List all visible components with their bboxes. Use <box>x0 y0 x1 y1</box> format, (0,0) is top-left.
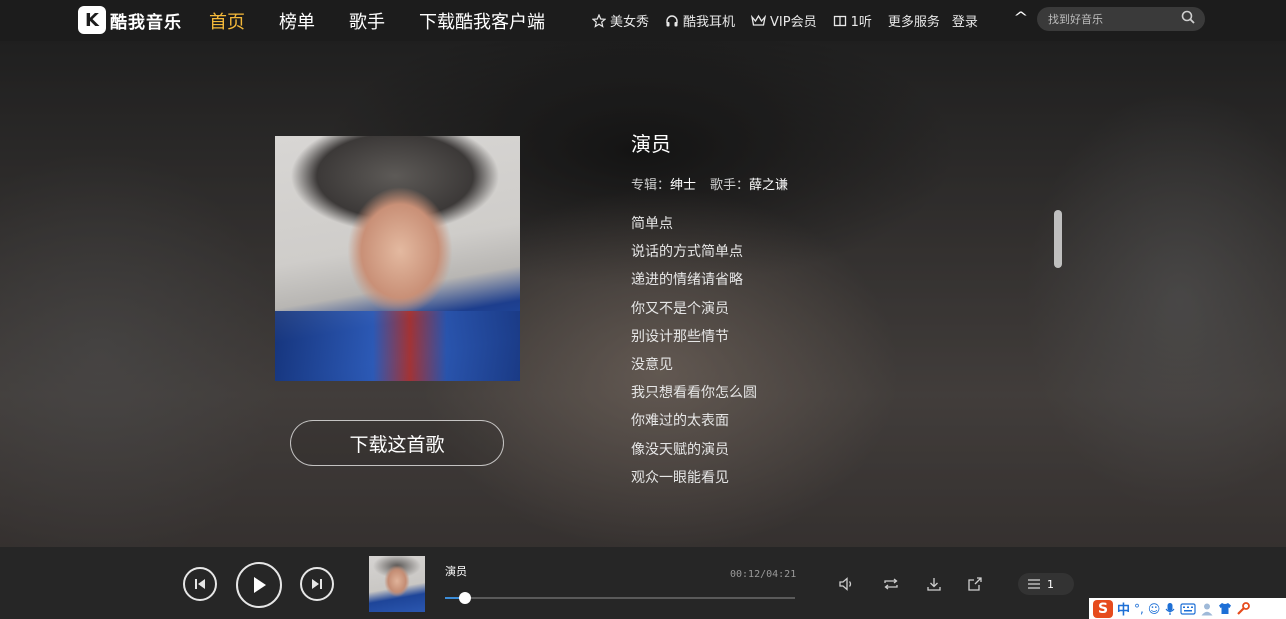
progress-bar[interactable] <box>445 592 795 604</box>
song-title: 演员 <box>631 132 671 156</box>
lyrics-list: 简单点 说话的方式简单点 递进的情绪请省略 你又不是个演员 别设计那些情节 没意… <box>631 213 1031 495</box>
playlist-button[interactable]: 1 <box>1018 573 1074 595</box>
previous-button[interactable] <box>183 567 217 601</box>
link-beauty-show[interactable]: 美女秀 <box>592 11 649 30</box>
kuwo-logo[interactable]: K 酷我音乐 <box>78 4 182 36</box>
link-1ting[interactable]: 1听 <box>833 11 872 30</box>
secondary-nav: 美女秀 酷我耳机 VIP会员 1听 更多服务 登录 <box>592 0 990 41</box>
lyric-line: 像没天赋的演员 <box>631 441 729 458</box>
link-vip[interactable]: VIP会员 <box>751 11 817 30</box>
nav-home[interactable]: 首页 <box>209 8 245 34</box>
now-playing-title: 演员 <box>445 565 467 578</box>
artist-label: 歌手： <box>710 178 750 193</box>
album-label: 专辑： <box>631 178 671 193</box>
lyric-line: 你又不是个演员 <box>631 300 729 317</box>
search-box <box>1037 7 1205 31</box>
lyric-line: 别设计那些情节 <box>631 328 729 345</box>
lyric-line: 你难过的太表面 <box>631 413 729 430</box>
lyric-line: 没意见 <box>631 356 673 373</box>
headphones-icon <box>666 14 678 26</box>
microphone-icon[interactable] <box>1164 602 1176 616</box>
repeat-button[interactable] <box>881 574 901 594</box>
crown-icon <box>751 14 767 26</box>
nav-artists[interactable]: 歌手 <box>349 8 385 34</box>
ime-mode-toggle[interactable]: 中 <box>1117 599 1130 618</box>
logo-text: 酷我音乐 <box>110 12 182 33</box>
link-vip-label: VIP会员 <box>770 15 817 30</box>
playback-time: 00:12/04:21 <box>730 569 797 580</box>
search-input[interactable] <box>1046 11 1180 27</box>
artist-link[interactable]: 薛之谦 <box>749 178 788 193</box>
nav-download-client[interactable]: 下载酷我客户端 <box>419 8 545 34</box>
star-outline-icon <box>592 13 606 28</box>
lyric-line: 递进的情绪请省略 <box>631 272 743 289</box>
next-icon <box>312 579 322 589</box>
play-icon <box>254 577 266 593</box>
main-nav: 首页 榜单 歌手 下载酷我客户端 <box>209 0 579 41</box>
lyric-line: 简单点 <box>631 216 673 232</box>
song-meta: 专辑：绅士 歌手：薛之谦 <box>631 174 788 193</box>
download-button[interactable] <box>924 574 944 594</box>
link-kuwo-headphones-label: 酷我耳机 <box>683 15 736 30</box>
download-song-button[interactable]: 下载这首歌 <box>290 420 504 466</box>
next-button[interactable] <box>300 567 334 601</box>
share-button[interactable] <box>965 574 985 594</box>
ime-toolbar: S 中 °, ☺ <box>1089 598 1286 619</box>
share-icon <box>968 577 982 591</box>
link-kuwo-headphones[interactable]: 酷我耳机 <box>665 11 735 30</box>
now-playing-cover[interactable] <box>369 556 425 612</box>
emoji-icon[interactable]: ☺ <box>1148 602 1161 616</box>
more-services-link[interactable]: 更多服务 <box>888 11 940 30</box>
chevron-up-icon[interactable]: ^ <box>1013 10 1028 26</box>
keyboard-icon[interactable] <box>1180 602 1196 615</box>
volume-icon <box>839 577 852 591</box>
repeat-icon <box>884 578 898 590</box>
skin-icon[interactable] <box>1218 602 1232 615</box>
login-link[interactable]: 登录 <box>952 11 978 30</box>
play-button[interactable] <box>236 562 282 608</box>
lyric-line: 观众一眼能看见 <box>631 469 729 486</box>
link-1ting-label: 1听 <box>850 15 872 30</box>
punctuation-icon[interactable]: °, <box>1134 602 1144 616</box>
lyric-line: 我只想看看你怎么圆 <box>631 385 757 402</box>
download-icon <box>927 578 941 591</box>
link-beauty-show-label: 美女秀 <box>610 15 650 30</box>
nav-charts[interactable]: 榜单 <box>279 8 315 34</box>
playlist-count: 1 <box>1047 577 1054 591</box>
box-icon <box>833 15 846 27</box>
tools-icon[interactable] <box>1236 601 1251 616</box>
progress-handle[interactable] <box>458 592 471 604</box>
user-icon[interactable] <box>1200 602 1214 616</box>
playlist-icon <box>1028 579 1040 589</box>
top-navigation-bar: K 酷我音乐 首页 榜单 歌手 下载酷我客户端 美女秀 酷我耳机 VIP会员 1… <box>0 0 1286 41</box>
album-link[interactable]: 绅士 <box>670 178 696 193</box>
lyrics-scrollbar[interactable] <box>1054 210 1062 268</box>
search-icon[interactable] <box>1181 10 1195 24</box>
previous-icon <box>195 579 205 589</box>
sogou-logo-icon[interactable]: S <box>1093 599 1113 618</box>
lyric-line: 说话的方式简单点 <box>631 244 743 261</box>
volume-button[interactable] <box>836 574 856 594</box>
logo-mark-icon: K <box>78 6 106 34</box>
album-cover-image <box>275 136 520 381</box>
